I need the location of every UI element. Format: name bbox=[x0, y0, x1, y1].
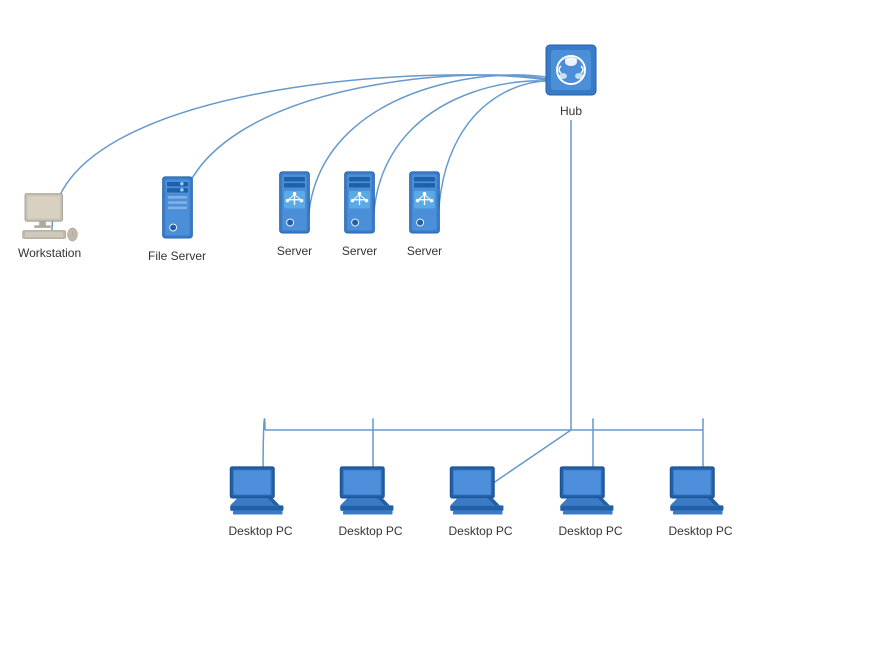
file-server-label: File Server bbox=[148, 249, 206, 263]
desktop3-icon bbox=[448, 465, 513, 520]
server3-icon bbox=[402, 170, 447, 240]
hub-node: Hub bbox=[541, 40, 601, 118]
desktop1-node: Desktop PC bbox=[228, 465, 293, 538]
hub-label: Hub bbox=[560, 104, 582, 118]
server1-node: Server bbox=[272, 170, 317, 258]
connection-lines bbox=[0, 0, 869, 645]
workstation-node: Workstation bbox=[18, 192, 81, 260]
desktop2-node: Desktop PC bbox=[338, 465, 403, 538]
desktop5-node: Desktop PC bbox=[668, 465, 733, 538]
desktop3-label: Desktop PC bbox=[448, 524, 512, 538]
server2-node: Server bbox=[337, 170, 382, 258]
desktop3-node: Desktop PC bbox=[448, 465, 513, 538]
desktop1-label: Desktop PC bbox=[228, 524, 292, 538]
desktop1-icon bbox=[228, 465, 293, 520]
server2-icon bbox=[337, 170, 382, 240]
file-server-node: File Server bbox=[148, 175, 206, 263]
file-server-icon bbox=[155, 175, 200, 245]
server2-label: Server bbox=[342, 244, 377, 258]
desktop5-icon bbox=[668, 465, 733, 520]
workstation-icon bbox=[20, 192, 80, 242]
server1-label: Server bbox=[277, 244, 312, 258]
desktop2-label: Desktop PC bbox=[338, 524, 402, 538]
server1-icon bbox=[272, 170, 317, 240]
desktop4-label: Desktop PC bbox=[558, 524, 622, 538]
hub-icon bbox=[541, 40, 601, 100]
server3-node: Server bbox=[402, 170, 447, 258]
desktop5-label: Desktop PC bbox=[668, 524, 732, 538]
desktop2-icon bbox=[338, 465, 403, 520]
desktop4-icon bbox=[558, 465, 623, 520]
desktop4-node: Desktop PC bbox=[558, 465, 623, 538]
workstation-label: Workstation bbox=[18, 246, 81, 260]
network-diagram: Hub Workstation bbox=[0, 0, 869, 645]
server3-label: Server bbox=[407, 244, 442, 258]
